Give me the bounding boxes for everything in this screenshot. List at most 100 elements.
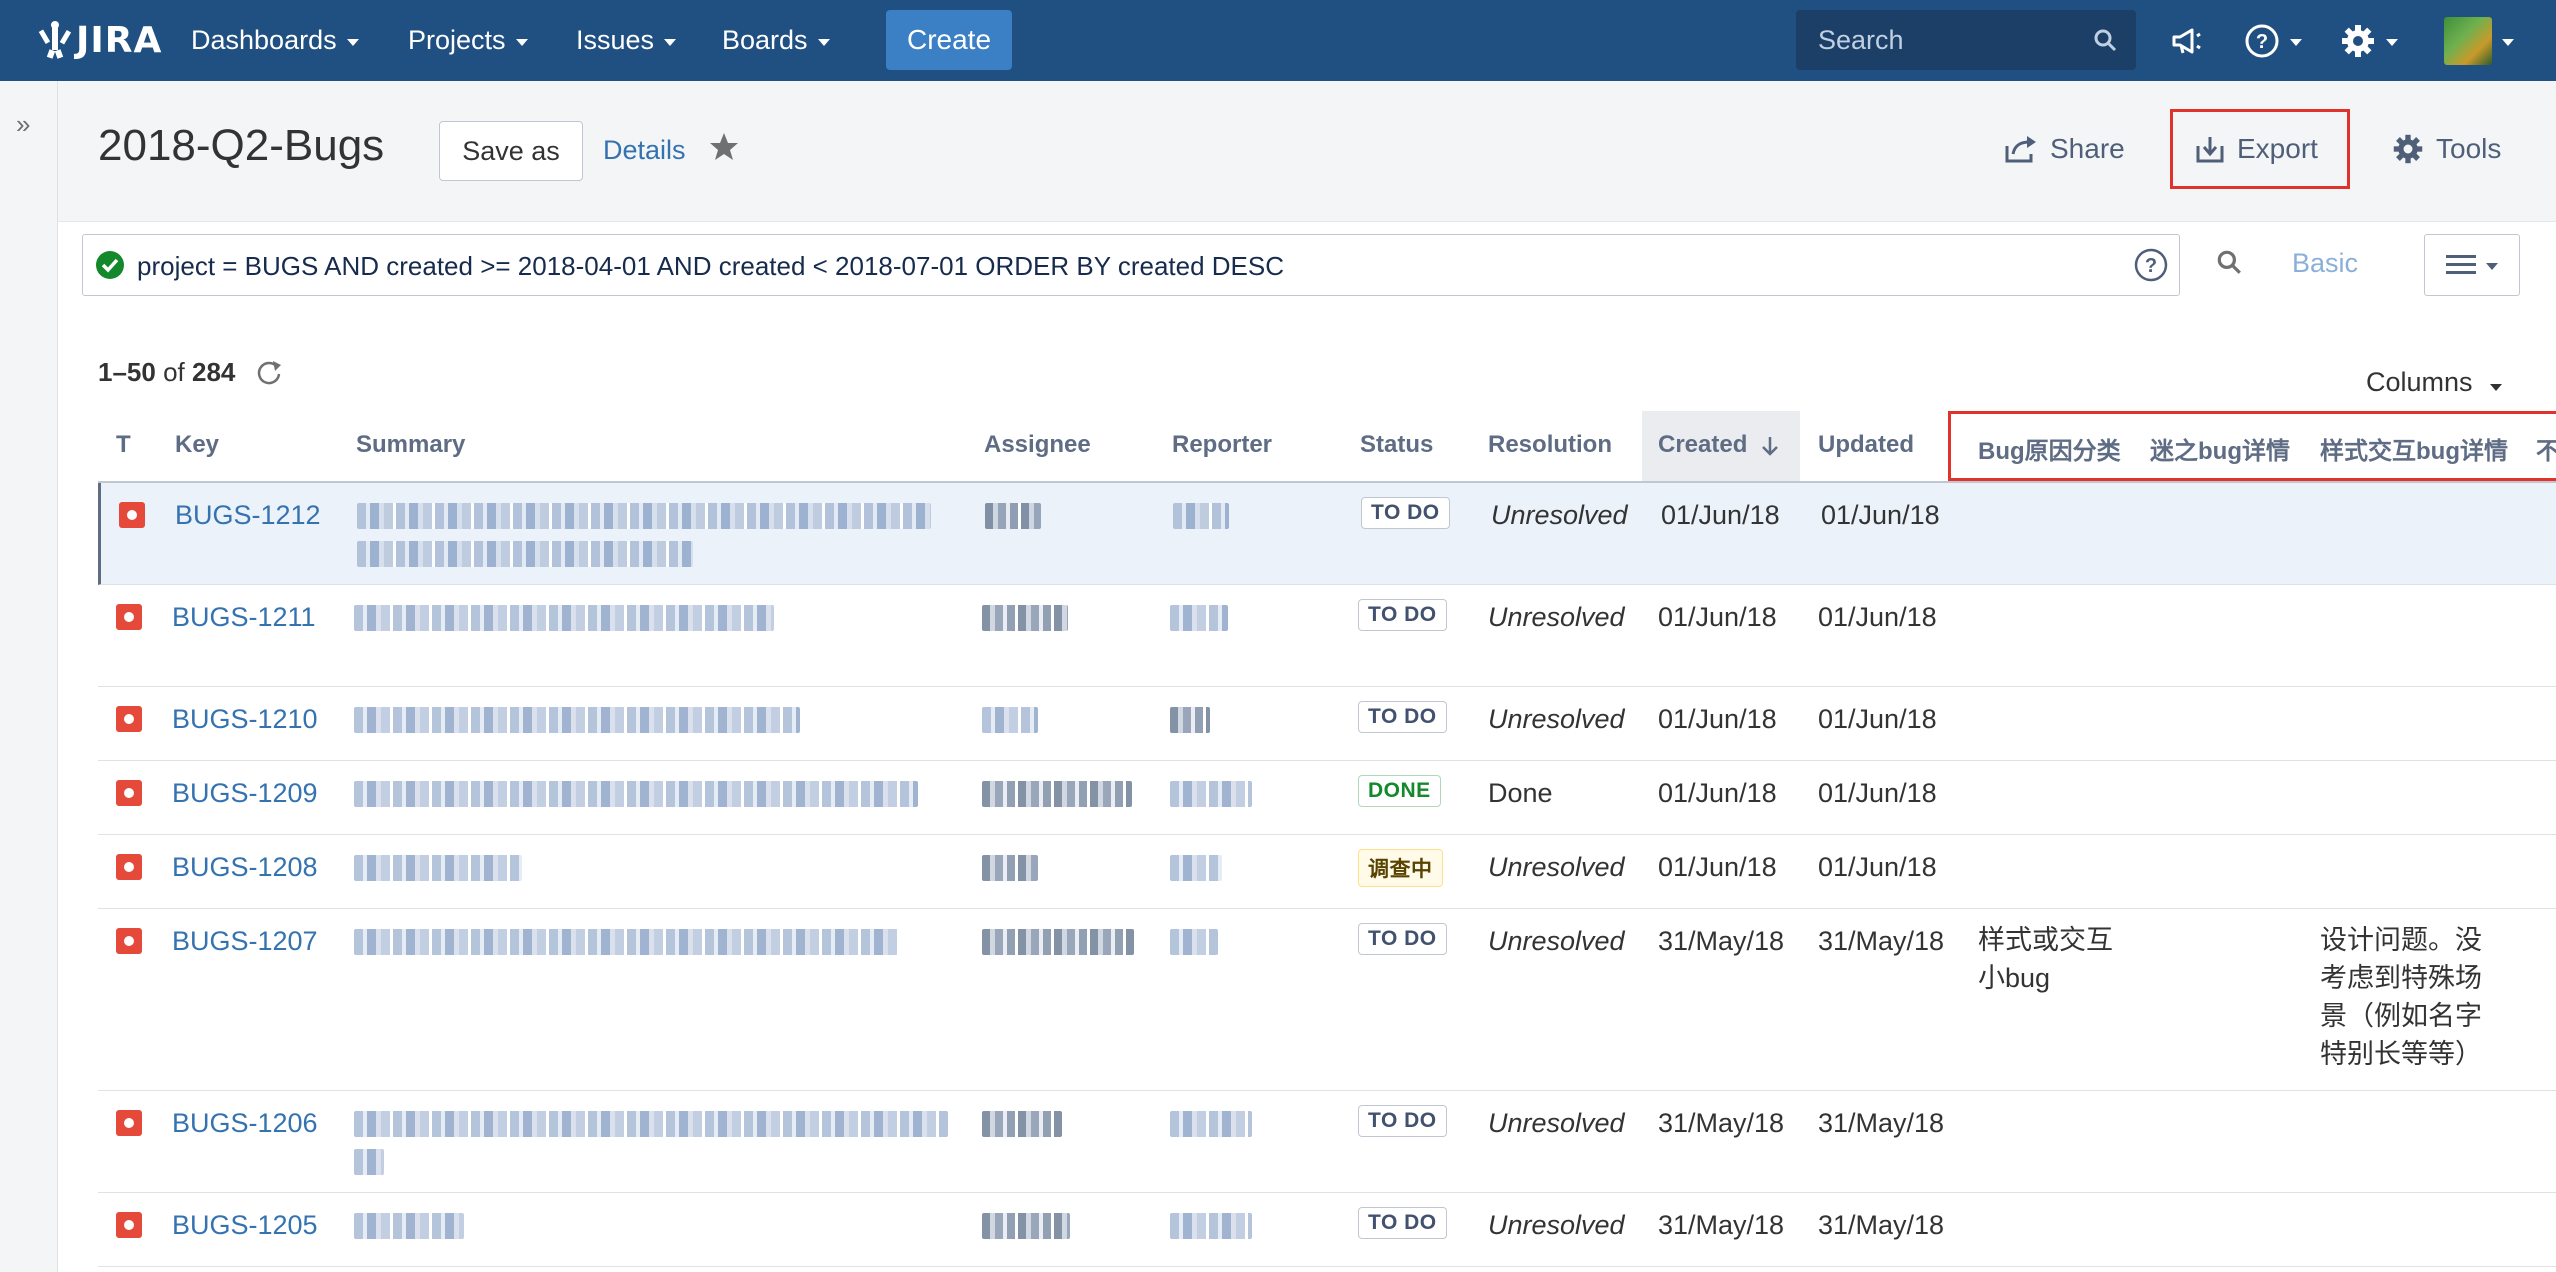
search-icon[interactable] (2092, 27, 2118, 58)
search-icon[interactable] (2215, 248, 2243, 281)
summary-redacted[interactable] (354, 605, 774, 631)
chevron-down-icon (2486, 263, 2498, 270)
issue-key-link[interactable]: BUGS-1212 (175, 500, 321, 531)
star-icon[interactable] (708, 131, 740, 168)
search-input[interactable] (1816, 23, 2080, 57)
nav-projects[interactable]: Projects (408, 0, 528, 81)
table-row[interactable]: BUGS-1209 DONE Done 01/Jun/18 01/Jun/18 (98, 761, 2556, 835)
header-reporter[interactable]: Reporter (1172, 431, 1272, 459)
nav-projects-label: Projects (408, 25, 506, 55)
table-row[interactable]: BUGS-1206 TO DO Unresolved 31/May/18 31/… (98, 1091, 2556, 1193)
assignee-redacted[interactable] (982, 1111, 1062, 1137)
reporter-redacted[interactable] (1170, 781, 1252, 807)
view-options-button[interactable] (2424, 234, 2520, 296)
issue-key-link[interactable]: BUGS-1211 (172, 602, 316, 633)
reporter-redacted[interactable] (1170, 855, 1222, 881)
expand-sidebar-icon[interactable]: » (16, 109, 30, 140)
updated-date: 01/Jun/18 (1821, 500, 1940, 530)
header-bug-cause[interactable]: Bug原因分类 (1978, 431, 2121, 466)
settings-menu[interactable] (2340, 0, 2398, 81)
summary-redacted[interactable] (354, 1213, 464, 1239)
assignee-redacted[interactable] (982, 707, 1038, 733)
summary-redacted[interactable] (354, 1111, 948, 1137)
summary-redacted[interactable] (354, 781, 918, 807)
issue-key-link[interactable]: BUGS-1206 (172, 1108, 318, 1139)
header-updated[interactable]: Updated (1818, 431, 1914, 459)
summary-redacted[interactable] (354, 929, 898, 955)
header-status[interactable]: Status (1360, 431, 1433, 459)
basic-search-link[interactable]: Basic (2292, 248, 2358, 279)
details-link[interactable]: Details (603, 135, 686, 166)
nav-dashboards[interactable]: Dashboards (191, 0, 359, 81)
reporter-redacted[interactable] (1173, 503, 1229, 529)
header-created[interactable]: Created (1658, 431, 1780, 459)
columns-button[interactable]: Columns (2366, 367, 2503, 398)
status-badge: TO DO (1361, 497, 1450, 529)
issue-key-link[interactable]: BUGS-1208 (172, 852, 318, 883)
table-row[interactable]: BUGS-1210 TO DO Unresolved 01/Jun/18 01/… (98, 687, 2556, 761)
status-badge: 调查中 (1358, 849, 1443, 887)
header-key[interactable]: Key (175, 431, 219, 459)
jira-logo[interactable]: JIRA (38, 14, 162, 66)
issue-key-link[interactable]: BUGS-1205 (172, 1210, 318, 1241)
issue-key-link[interactable]: BUGS-1209 (172, 778, 318, 809)
summary-redacted[interactable] (357, 503, 931, 529)
table-row[interactable]: BUGS-1205 TO DO Unresolved 31/May/18 31/… (98, 1193, 2556, 1267)
share-label: Share (2050, 133, 2125, 164)
table-row[interactable]: BUGS-1212 TO DO Unresolved 01/Jun/18 01/… (98, 483, 2556, 585)
reporter-redacted[interactable] (1170, 1213, 1252, 1239)
status-badge: TO DO (1358, 701, 1447, 733)
summary-redacted[interactable] (354, 707, 800, 733)
save-as-button[interactable]: Save as (439, 121, 583, 181)
jql-query-text[interactable]: project = BUGS AND created >= 2018-04-01… (137, 251, 1284, 282)
reporter-redacted[interactable] (1170, 707, 1210, 733)
nav-issues[interactable]: Issues (576, 0, 677, 81)
chevron-down-icon (2386, 38, 2398, 46)
assignee-redacted[interactable] (982, 1213, 1070, 1239)
header-mystery-bug[interactable]: 迷之bug详情 (2150, 431, 2290, 466)
header-style-bug[interactable]: 样式交互bug详情 (2320, 431, 2508, 466)
reporter-redacted[interactable] (1170, 605, 1228, 631)
summary-redacted[interactable] (357, 541, 693, 567)
issue-key-link[interactable]: BUGS-1210 (172, 704, 318, 735)
header-extra[interactable]: 不 (2536, 431, 2556, 466)
table-row[interactable]: BUGS-1207 TO DO Unresolved 31/May/18 31/… (98, 909, 2556, 1091)
issue-key-link[interactable]: BUGS-1207 (172, 926, 318, 957)
bug-icon (116, 854, 142, 880)
header-type[interactable]: T (116, 431, 131, 459)
chevron-down-icon (2502, 38, 2514, 46)
create-button[interactable]: Create (886, 10, 1012, 70)
nav-boards[interactable]: Boards (722, 0, 830, 81)
assignee-redacted[interactable] (982, 929, 1134, 955)
status-badge: TO DO (1358, 599, 1447, 631)
header-summary[interactable]: Summary (356, 431, 465, 459)
bug-icon (116, 780, 142, 806)
summary-redacted[interactable] (354, 855, 522, 881)
nav-issues-label: Issues (576, 25, 655, 55)
assignee-redacted[interactable] (982, 605, 1068, 631)
svg-text:?: ? (2256, 31, 2268, 53)
tools-label: Tools (2436, 133, 2502, 164)
share-button[interactable]: Share (2004, 133, 2125, 165)
updated-date: 31/May/18 (1818, 1108, 1945, 1138)
table-row[interactable]: BUGS-1211 TO DO Unresolved 01/Jun/18 01/… (98, 585, 2556, 687)
reporter-redacted[interactable] (1170, 929, 1218, 955)
header-assignee[interactable]: Assignee (984, 431, 1091, 459)
table-row[interactable]: BUGS-1208 调查中 Unresolved 01/Jun/18 01/Ju… (98, 835, 2556, 909)
search-box (1796, 10, 2136, 70)
resolution: Unresolved (1491, 500, 1628, 530)
assignee-redacted[interactable] (982, 781, 1132, 807)
reporter-redacted[interactable] (1170, 1111, 1252, 1137)
tools-button[interactable]: Tools (2392, 133, 2501, 165)
announcement-icon[interactable] (2170, 0, 2204, 81)
assignee-redacted[interactable] (985, 503, 1041, 529)
header-resolution[interactable]: Resolution (1488, 431, 1612, 459)
help-menu[interactable]: ? (2244, 0, 2302, 81)
refresh-icon[interactable] (254, 357, 284, 392)
results-of: of (163, 357, 185, 387)
jql-query-box[interactable]: project = BUGS AND created >= 2018-04-01… (82, 234, 2180, 296)
help-icon[interactable]: ? (2133, 247, 2169, 288)
assignee-redacted[interactable] (982, 855, 1038, 881)
user-menu[interactable] (2444, 0, 2514, 81)
summary-redacted[interactable] (354, 1149, 384, 1175)
